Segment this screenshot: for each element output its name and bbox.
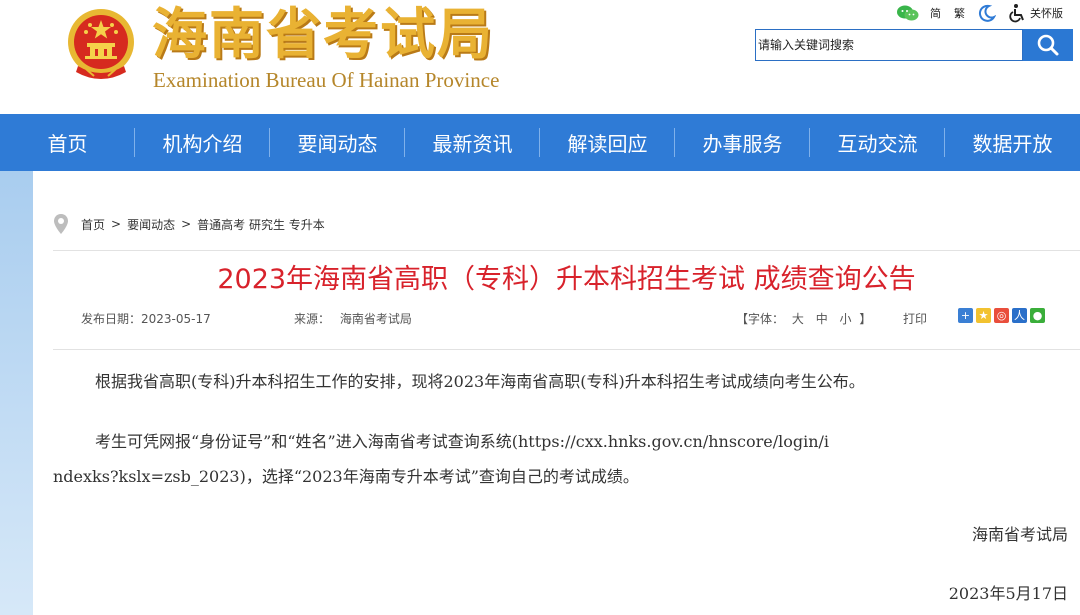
font-size-close: 】 — [859, 312, 872, 326]
national-emblem-logo — [68, 9, 134, 79]
divider — [53, 349, 1080, 350]
font-small-button[interactable]: 小 — [840, 312, 852, 326]
wheelchair-icon — [1009, 4, 1024, 23]
accessibility-toggle[interactable]: 关怀版 — [1008, 3, 1063, 23]
article-signature: 海南省考试局 — [971, 525, 1068, 544]
divider — [53, 250, 1080, 251]
nav-item-latest[interactable]: 最新资讯 — [405, 114, 540, 171]
font-medium-button[interactable]: 中 — [816, 312, 828, 326]
share-bar: + ★ ◎ 人 ● — [958, 308, 1045, 323]
article-source: 来源： 海南省考试局 — [294, 310, 412, 327]
publish-date-value: 2023-05-17 — [141, 312, 211, 326]
breadcrumb-separator: > — [111, 217, 122, 231]
publish-date: 发布日期：2023-05-17 — [81, 310, 211, 327]
search-button[interactable] — [1023, 29, 1073, 61]
article-paragraph: 根据我省高职(专科)升本科招生工作的安排，现将2023年海南省高职(专科)升本科… — [95, 372, 865, 391]
nav-item-interpretation[interactable]: 解读回应 — [540, 114, 675, 171]
breadcrumb-separator: > — [181, 217, 192, 231]
article-title: 2023年海南省高职（专科）升本科招生考试 成绩查询公告 — [217, 264, 916, 295]
breadcrumb-category[interactable]: 普通高考 研究生 专升本 — [197, 216, 325, 233]
breadcrumb-home[interactable]: 首页 — [81, 216, 105, 233]
article-paragraph: 考生可凭网报“身份证号”和“姓名”进入海南省考试查询系统(https://cxx… — [95, 432, 830, 451]
font-large-button[interactable]: 大 — [792, 312, 804, 326]
site-title-en: Examination Bureau Of Hainan Province — [153, 68, 500, 92]
location-pin-icon — [54, 214, 68, 234]
left-decor-bar — [0, 171, 33, 615]
main-nav: 首页 机构介绍 要闻动态 最新资讯 解读回应 办事服务 互动交流 数据开放 — [0, 114, 1080, 171]
moon-icon[interactable] — [978, 3, 996, 23]
publish-date-label: 发布日期： — [81, 312, 142, 326]
print-button[interactable]: 打印 — [903, 310, 927, 327]
search-box — [755, 29, 1023, 61]
weibo-icon[interactable]: ◎ — [994, 308, 1009, 323]
breadcrumb: 首页 > 要闻动态 > 普通高考 研究生 专升本 — [53, 211, 325, 237]
search-input[interactable] — [758, 31, 1018, 59]
qzone-icon[interactable]: ★ — [976, 308, 991, 323]
plus-share-icon[interactable]: + — [958, 308, 973, 323]
nav-item-open-data[interactable]: 数据开放 — [945, 114, 1080, 171]
source-label: 来源： — [294, 312, 331, 326]
article-date: 2023年5月17日 — [948, 584, 1068, 603]
site-header: 海南省考试局 Examination Bureau Of Hainan Prov… — [0, 0, 1080, 114]
nav-item-news[interactable]: 要闻动态 — [270, 114, 405, 171]
font-size-label: 【字体： — [736, 312, 785, 326]
nav-item-interaction[interactable]: 互动交流 — [810, 114, 945, 171]
simplified-chinese-link[interactable]: 简 — [930, 3, 941, 23]
renren-icon[interactable]: 人 — [1012, 308, 1027, 323]
accessible-mode-label: 关怀版 — [1030, 7, 1063, 20]
nav-item-about[interactable]: 机构介绍 — [135, 114, 270, 171]
traditional-chinese-link[interactable]: 繁 — [954, 3, 965, 23]
wechat-share-icon[interactable]: ● — [1030, 308, 1045, 323]
wechat-icon[interactable] — [896, 3, 920, 23]
site-title-cn: 海南省考试局 — [152, 1, 495, 66]
search-icon — [1037, 34, 1059, 56]
article-paragraph: ndexks?kslx=zsb_2023)，选择“2023年海南专升本考试”查询… — [53, 467, 639, 486]
source-value: 海南省考试局 — [339, 312, 412, 326]
article-content: 首页 > 要闻动态 > 普通高考 研究生 专升本 2023年海南省高职（专科）升… — [53, 171, 1080, 615]
nav-item-services[interactable]: 办事服务 — [675, 114, 810, 171]
nav-item-home[interactable]: 首页 — [0, 114, 135, 171]
font-size-control: 【字体： 大 中 小 】 — [736, 310, 871, 327]
breadcrumb-news[interactable]: 要闻动态 — [127, 216, 175, 233]
